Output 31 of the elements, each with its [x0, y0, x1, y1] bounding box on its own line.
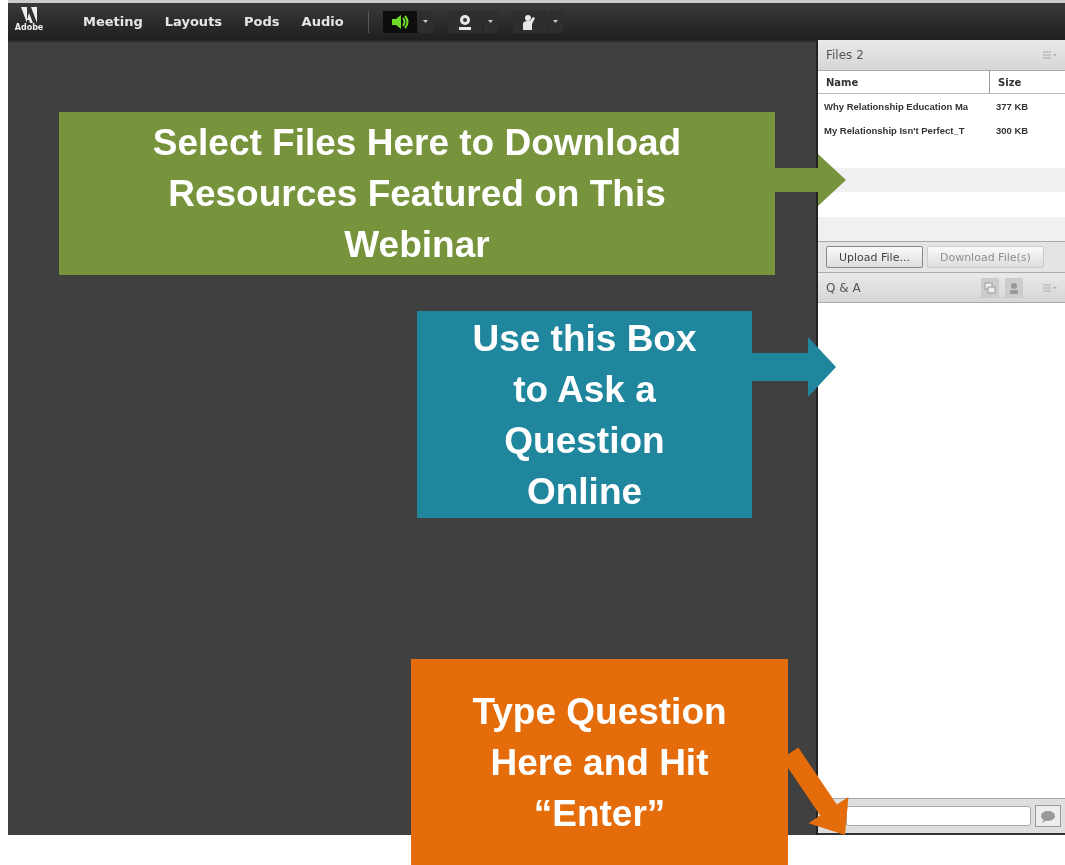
camera-button[interactable]: [447, 10, 482, 33]
column-header[interactable]: Name: [818, 71, 990, 93]
callout-text: Use this Box to Ask a Question Online: [471, 316, 698, 514]
callout-text: Type Question Here and Hit “Enter”: [471, 689, 728, 836]
menu-item[interactable]: Layouts: [164, 14, 223, 29]
webcam-icon: [456, 13, 473, 30]
caret-icon: [553, 20, 559, 23]
caret-icon: [488, 20, 494, 23]
raised-hand-icon: [521, 13, 538, 30]
question-input[interactable]: [846, 806, 1031, 826]
dropdown-button[interactable]: [548, 10, 563, 33]
file-size: 300 KB: [995, 125, 1029, 137]
menu-item[interactable]: Audio: [301, 14, 344, 29]
pod-title: Q & A: [826, 280, 862, 295]
upload-file-button[interactable]: Upload File...: [826, 246, 923, 268]
speech-bubble-icon: [1040, 809, 1056, 823]
pod-title: Files 2: [826, 48, 864, 62]
speaker-button[interactable]: [382, 10, 417, 33]
dropdown-button[interactable]: [418, 10, 433, 33]
send-button[interactable]: [1035, 805, 1061, 827]
file-name[interactable]: Why Relationship Education Ma: [818, 100, 990, 112]
menu-item[interactable]: Pods: [244, 14, 280, 29]
speaker-icon: [390, 13, 409, 30]
column-header[interactable]: Size: [990, 71, 1022, 93]
file-size: 377 KB: [995, 100, 1029, 112]
file-name[interactable]: My Relationship Isn't Perfect_T: [818, 125, 990, 137]
callout-text: Select Files Here to Download Resources Featured on This Webinar: [151, 121, 683, 267]
raise-hand-button[interactable]: [512, 10, 547, 33]
caret-icon: [423, 20, 429, 23]
menu-item[interactable]: Meeting: [83, 14, 143, 29]
dropdown-button[interactable]: [483, 10, 498, 33]
